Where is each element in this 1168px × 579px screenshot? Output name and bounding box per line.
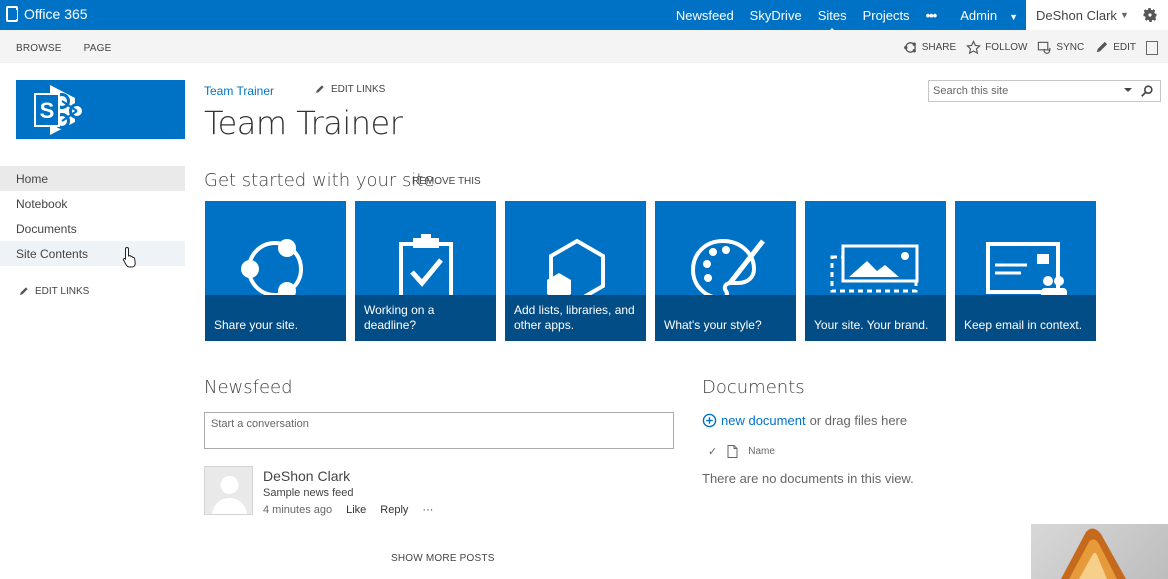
brand-label: Office 365 [24,6,88,22]
page-title: Team Trainer [204,104,403,142]
share-button[interactable]: SHARE [903,40,956,55]
edit-label: EDIT [1113,42,1136,53]
site-logo[interactable]: S [16,80,185,139]
nav-sites[interactable]: Sites [810,8,855,32]
tile-deadline[interactable]: Working on a deadline? [355,201,496,341]
search-input[interactable] [933,83,1113,99]
chevron-down-icon: ▼ [1119,10,1129,20]
search-scope-dropdown-icon[interactable] [1124,88,1132,92]
post-text: Sample news feed [263,487,354,499]
documents-empty-message: There are no documents in this view. [702,471,914,486]
ql-edit-links-button[interactable]: EDIT LINKS [18,286,89,297]
office365-brand[interactable]: Office 365 [6,6,88,22]
follow-button[interactable]: FOLLOW [966,40,1027,55]
hand-cursor-icon [122,246,136,268]
office-logo-icon [6,6,18,22]
sharepoint-logo-icon: S [34,85,85,135]
newsfeed-title: Newsfeed [204,377,293,398]
tile-brand[interactable]: Your site. Your brand. [805,201,946,341]
suite-bar: Office 365 Newsfeed SkyDrive Sites Proje… [0,0,1168,32]
tab-browse[interactable]: BROWSE [16,43,62,54]
tab-page[interactable]: PAGE [84,43,112,54]
top-edit-links-label: EDIT LINKS [331,84,386,95]
tile-caption: Working on a deadline? [355,295,496,341]
ql-item-site-contents[interactable]: Site Contents [0,241,185,266]
suite-nav: Newsfeed SkyDrive Sites Projects ••• Adm… [668,0,1026,32]
share-label: SHARE [921,42,957,53]
pencil-icon [316,85,324,93]
settings-gear-icon[interactable] [1132,0,1168,30]
select-all-check-icon[interactable]: ✓ [708,445,717,458]
tile-caption: Share your site. [205,295,346,341]
add-circle-icon[interactable] [702,413,717,428]
document-type-icon [727,445,738,458]
tile-caption: What's your style? [655,295,796,341]
nav-skydrive[interactable]: SkyDrive [742,8,810,23]
presenter-video-thumbnail [1031,524,1168,579]
quick-launch: Home Notebook Documents Site Contents [0,166,185,266]
breadcrumb[interactable]: Team Trainer [204,84,274,98]
tile-caption: Your site. Your brand. [805,295,946,341]
get-started-title: Get started with your site [204,170,435,191]
drag-files-text: or drag files here [809,413,908,428]
ribbon: BROWSE PAGE SHARE FOLLOW SYNC EDIT [0,30,1168,63]
focus-content-icon[interactable] [1146,40,1158,55]
svg-text:S: S [40,98,55,123]
follow-label: FOLLOW [985,42,1028,53]
ql-item-notebook[interactable]: Notebook [0,191,185,216]
documents-title: Documents [702,377,805,398]
get-started-tiles: Share your site. Working on a deadline? … [205,201,1096,341]
post-meta: 4 minutes ago Like Reply ··· [263,504,433,516]
tile-caption: Keep email in context. [955,295,1096,341]
share-icon [903,42,916,53]
newsfeed-post: DeShon Clark Sample news feed 4 minutes … [204,466,674,516]
tile-add-apps[interactable]: Add lists, libraries, and other apps. [505,201,646,341]
tile-style[interactable]: What's your style? [655,201,796,341]
top-edit-links-button[interactable]: EDIT LINKS [314,84,385,95]
admin-label: Admin [960,7,998,23]
like-button[interactable]: Like [346,504,366,516]
search-icon[interactable] [1140,84,1154,98]
ql-edit-links-label: EDIT LINKS [35,286,90,297]
remove-this-button[interactable]: REMOVE THIS [412,176,481,187]
post-author[interactable]: DeShon Clark [263,468,350,484]
edit-button[interactable]: EDIT [1094,40,1136,55]
tile-email[interactable]: Keep email in context. [955,201,1096,341]
nav-more-button[interactable]: ••• [918,8,945,23]
nav-newsfeed[interactable]: Newsfeed [668,8,742,23]
post-more-button[interactable]: ··· [422,504,433,516]
presenter-image [1061,528,1126,579]
sync-label: SYNC [1056,42,1085,53]
tile-caption: Add lists, libraries, and other apps. [505,295,646,341]
show-more-posts-button[interactable]: SHOW MORE POSTS [391,553,495,564]
sync-button[interactable]: SYNC [1037,40,1084,55]
reply-button[interactable]: Reply [380,504,408,516]
start-conversation-input[interactable] [204,412,674,449]
new-document-row: new document or drag files here [702,413,907,428]
column-name-header[interactable]: Name [748,446,775,457]
tile-share-site[interactable]: Share your site. [205,201,346,341]
ql-item-documents[interactable]: Documents [0,216,185,241]
user-menu[interactable]: DeShon Clark ▼ [1026,0,1132,30]
documents-column-header: ✓ Name [708,445,775,458]
nav-admin[interactable]: Admin ▼ [944,8,1026,23]
pencil-icon [20,287,28,295]
search-box [928,80,1161,102]
post-time[interactable]: 4 minutes ago [263,504,332,516]
chevron-down-icon: ▼ [1009,11,1018,22]
star-icon [966,40,982,55]
person-silhouette-icon [212,476,247,514]
sync-icon [1038,41,1051,54]
new-document-link[interactable]: new document [721,413,806,428]
nav-projects[interactable]: Projects [855,8,918,23]
pencil-icon [1097,41,1108,53]
avatar[interactable] [204,466,253,515]
user-name: DeShon Clark [1036,7,1117,23]
ql-item-home[interactable]: Home [0,166,185,191]
